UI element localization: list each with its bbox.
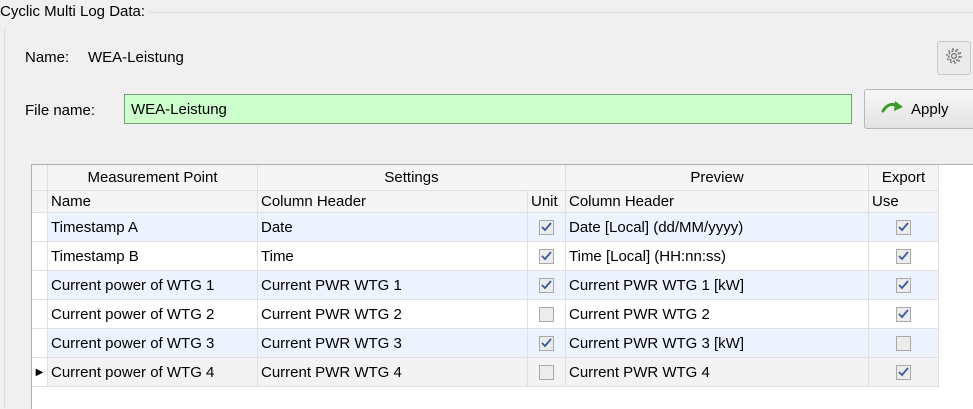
- group-header-preview[interactable]: Preview: [566, 165, 869, 191]
- cell-name[interactable]: Current power of WTG 1: [48, 271, 258, 300]
- group-header-settings[interactable]: Settings: [258, 165, 566, 191]
- settings-button[interactable]: [937, 41, 971, 75]
- apply-button-label: Apply: [911, 100, 949, 118]
- data-grid: Measurement Point Settings Preview Expor…: [31, 164, 973, 409]
- cell-preview-header[interactable]: Time [Local] (HH:nn:ss): [566, 242, 869, 271]
- row-indicator[interactable]: [32, 242, 48, 271]
- cell-column-header[interactable]: Current PWR WTG 4: [258, 358, 528, 387]
- group-header-measurement-point[interactable]: Measurement Point: [48, 165, 258, 191]
- name-value: WEA-Leistung: [88, 49, 184, 66]
- use-checkbox-cell[interactable]: [869, 213, 939, 242]
- cell-name[interactable]: Timestamp B: [48, 242, 258, 271]
- cell-preview-header[interactable]: Current PWR WTG 2: [566, 300, 869, 329]
- row-indicator[interactable]: [32, 329, 48, 358]
- unit-checkbox[interactable]: [539, 306, 554, 322]
- row-indicator[interactable]: [32, 213, 48, 242]
- use-checkbox-cell[interactable]: [869, 329, 939, 358]
- use-checkbox[interactable]: [896, 364, 911, 380]
- cell-column-header[interactable]: Date: [258, 213, 528, 242]
- apply-button[interactable]: Apply: [864, 89, 973, 129]
- use-checkbox-cell[interactable]: [869, 358, 939, 387]
- unit-checkbox-cell[interactable]: [528, 358, 566, 387]
- unit-checkbox-cell[interactable]: [528, 329, 566, 358]
- cell-column-header[interactable]: Time: [258, 242, 528, 271]
- file-name-label: File name:: [25, 102, 96, 119]
- use-checkbox-cell[interactable]: [869, 242, 939, 271]
- cell-column-header[interactable]: Current PWR WTG 3: [258, 329, 528, 358]
- cell-name[interactable]: Current power of WTG 4: [48, 358, 258, 387]
- unit-checkbox[interactable]: [539, 277, 554, 293]
- gear-icon: [945, 47, 963, 69]
- file-name-input[interactable]: [124, 94, 852, 124]
- unit-checkbox-cell[interactable]: [528, 300, 566, 329]
- unit-checkbox[interactable]: [539, 248, 554, 264]
- unit-checkbox-cell[interactable]: [528, 242, 566, 271]
- unit-checkbox-cell[interactable]: [528, 271, 566, 300]
- name-label: Name:: [25, 49, 70, 66]
- column-header-settings-column-header[interactable]: Column Header: [258, 191, 528, 213]
- column-header-preview-column-header[interactable]: Column Header: [566, 191, 869, 213]
- use-checkbox[interactable]: [896, 248, 911, 264]
- column-header-name[interactable]: Name: [48, 191, 258, 213]
- unit-checkbox[interactable]: [539, 219, 554, 235]
- unit-checkbox[interactable]: [539, 364, 554, 380]
- use-checkbox[interactable]: [896, 219, 911, 235]
- cell-preview-header[interactable]: Current PWR WTG 3 [kW]: [566, 329, 869, 358]
- green-arrow-icon: [881, 100, 905, 118]
- row-indicator-header: [32, 165, 48, 191]
- use-checkbox-cell[interactable]: [869, 300, 939, 329]
- column-header-use[interactable]: Use: [869, 191, 939, 213]
- cell-name[interactable]: Timestamp A: [48, 213, 258, 242]
- column-header-unit[interactable]: Unit: [528, 191, 566, 213]
- use-checkbox[interactable]: [896, 335, 911, 351]
- cell-column-header[interactable]: Current PWR WTG 1: [258, 271, 528, 300]
- cell-preview-header[interactable]: Current PWR WTG 4: [566, 358, 869, 387]
- row-indicator[interactable]: ▶: [32, 358, 48, 387]
- use-checkbox-cell[interactable]: [869, 271, 939, 300]
- row-indicator[interactable]: [32, 300, 48, 329]
- use-checkbox[interactable]: [896, 306, 911, 322]
- cell-column-header[interactable]: Current PWR WTG 2: [258, 300, 528, 329]
- row-indicator-header: [32, 191, 48, 213]
- group-border-left: [4, 28, 5, 408]
- cell-name[interactable]: Current power of WTG 3: [48, 329, 258, 358]
- group-border-top: [96, 12, 973, 13]
- cell-preview-header[interactable]: Current PWR WTG 1 [kW]: [566, 271, 869, 300]
- unit-checkbox-cell[interactable]: [528, 213, 566, 242]
- cell-preview-header[interactable]: Date [Local] (dd/MM/yyyy): [566, 213, 869, 242]
- unit-checkbox[interactable]: [539, 335, 554, 351]
- use-checkbox[interactable]: [896, 277, 911, 293]
- cell-name[interactable]: Current power of WTG 2: [48, 300, 258, 329]
- group-title: Cyclic Multi Log Data:: [0, 3, 150, 20]
- row-indicator[interactable]: [32, 271, 48, 300]
- group-header-export[interactable]: Export: [869, 165, 939, 191]
